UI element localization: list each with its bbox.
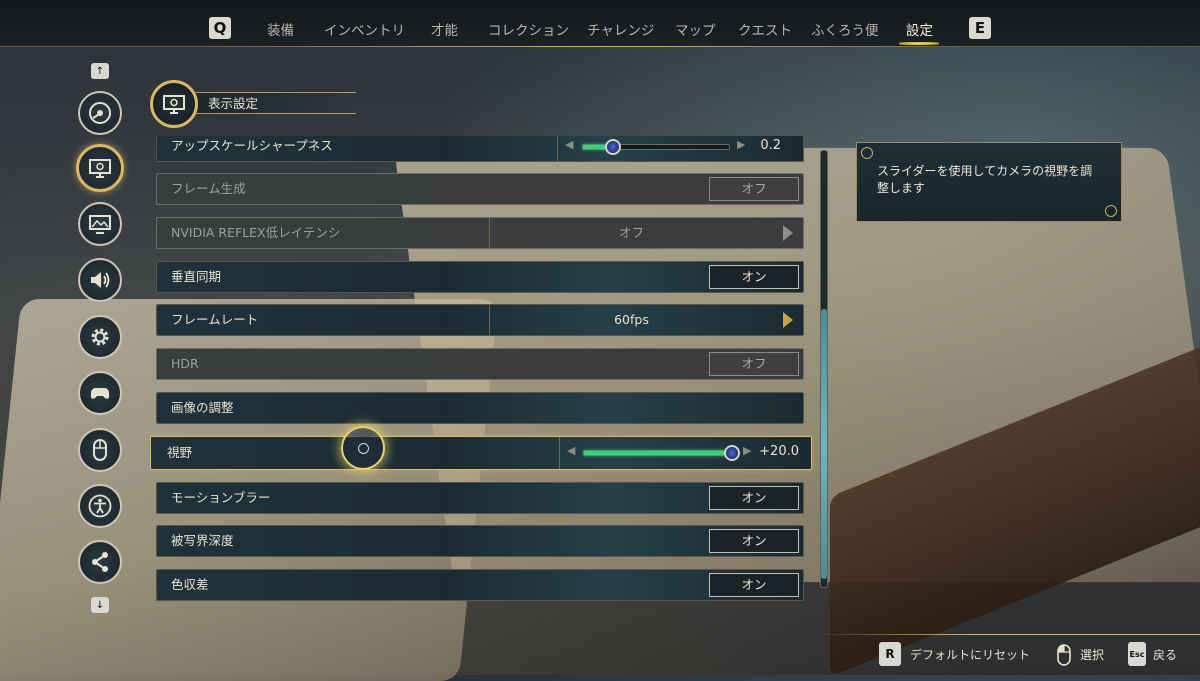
tab-inventory[interactable]: インベントリ bbox=[324, 19, 405, 39]
slider-knob[interactable] bbox=[605, 139, 622, 155]
setting-row-depth-of-field[interactable]: 被写界深度 オン bbox=[156, 525, 804, 557]
setting-description-panel: スライダーを使用してカメラの視野を調整します bbox=[856, 142, 1122, 222]
chevron-right-icon[interactable] bbox=[783, 225, 793, 241]
setting-label: NVIDIA REFLEX低レイテンシ bbox=[171, 225, 341, 240]
back-label[interactable]: 戻る bbox=[1153, 646, 1177, 663]
slider-knob[interactable] bbox=[724, 445, 741, 461]
reset-to-default-label[interactable]: デフォルトにリセット bbox=[910, 646, 1030, 663]
sidebar-item-audio[interactable] bbox=[78, 258, 122, 302]
setting-label: フレーム生成 bbox=[171, 181, 246, 196]
sidebar-item-gameplay[interactable] bbox=[78, 315, 122, 359]
tab-quests[interactable]: クエスト bbox=[738, 19, 792, 39]
toggle-value[interactable]: オン bbox=[709, 486, 799, 510]
field-of-view-slider[interactable] bbox=[583, 445, 741, 461]
slider-value: +20.0 bbox=[759, 444, 799, 459]
toggle-value[interactable]: オン bbox=[709, 573, 799, 597]
setting-row-motion-blur[interactable]: モーションブラー オン bbox=[156, 482, 804, 514]
gear-icon bbox=[91, 328, 109, 346]
setting-label: HDR bbox=[171, 356, 199, 371]
setting-row-frame-generation[interactable]: フレーム生成 オフ bbox=[156, 173, 804, 205]
sidebar-down-key[interactable]: ↓ bbox=[91, 597, 109, 613]
section-title: 表示設定 bbox=[196, 92, 356, 114]
gamepad-icon bbox=[90, 388, 110, 399]
setting-label: 色収差 bbox=[171, 577, 209, 592]
ornament-icon bbox=[1105, 205, 1117, 217]
select-label[interactable]: 選択 bbox=[1080, 646, 1104, 663]
active-tab-indicator bbox=[899, 42, 939, 45]
setting-label: 画像の調整 bbox=[171, 400, 234, 415]
slider-fill bbox=[584, 451, 732, 455]
slider-decrease-icon[interactable]: ◀ bbox=[565, 138, 573, 151]
accessibility-icon bbox=[88, 494, 112, 518]
sidebar-item-graphics[interactable] bbox=[78, 202, 122, 246]
setting-label: アップスケールシャープネス bbox=[171, 138, 333, 153]
settings-scrollbar[interactable] bbox=[820, 150, 828, 588]
sidebar-up-key[interactable]: ↑ bbox=[91, 63, 109, 79]
toggle-value[interactable]: オフ bbox=[709, 352, 799, 376]
setting-row-hdr[interactable]: HDR オフ bbox=[156, 348, 804, 380]
setting-row-chromatic-aberration[interactable]: 色収差 オン bbox=[156, 569, 804, 601]
disc-icon bbox=[89, 102, 111, 124]
setting-label: 垂直同期 bbox=[171, 269, 222, 284]
setting-label: モーションブラー bbox=[171, 490, 271, 505]
slider-decrease-icon[interactable]: ◀ bbox=[567, 444, 575, 457]
speaker-icon bbox=[91, 272, 110, 288]
section-badge bbox=[150, 80, 198, 128]
slider-increase-icon[interactable]: ▶ bbox=[737, 138, 745, 151]
toggle-value[interactable]: オン bbox=[709, 265, 799, 289]
sidebar-item-controller[interactable] bbox=[78, 371, 122, 415]
back-key[interactable]: Esc bbox=[1128, 642, 1146, 666]
mouse-icon bbox=[1057, 644, 1071, 666]
row-divider bbox=[557, 136, 558, 161]
setting-label: フレームレート bbox=[171, 312, 259, 327]
sidebar-item-social[interactable] bbox=[78, 540, 122, 584]
reset-key[interactable]: R bbox=[879, 642, 901, 666]
graphics-icon bbox=[89, 215, 111, 234]
prev-tab-key[interactable]: Q bbox=[209, 17, 231, 39]
slider-increase-icon[interactable]: ▶ bbox=[743, 444, 751, 457]
setting-label: 被写界深度 bbox=[171, 533, 234, 548]
selector-value: オフ bbox=[618, 225, 644, 240]
tab-collections[interactable]: コレクション bbox=[488, 19, 569, 39]
display-icon bbox=[163, 95, 185, 114]
tab-equipment[interactable]: 装備 bbox=[267, 19, 294, 39]
setting-row-vsync[interactable]: 垂直同期 オン bbox=[156, 261, 804, 293]
toggle-value[interactable]: オフ bbox=[709, 177, 799, 201]
next-tab-key[interactable]: E bbox=[969, 17, 991, 39]
share-icon bbox=[92, 552, 108, 572]
tab-map[interactable]: マップ bbox=[675, 19, 716, 39]
cursor-ring-icon bbox=[341, 426, 385, 470]
chevron-right-icon[interactable] bbox=[783, 312, 793, 328]
footer-divider bbox=[815, 634, 1200, 635]
cursor-dot bbox=[357, 442, 369, 454]
toggle-value[interactable]: オン bbox=[709, 529, 799, 553]
sidebar-item-disc[interactable] bbox=[78, 91, 122, 135]
row-divider bbox=[559, 437, 560, 469]
tab-settings[interactable]: 設定 bbox=[906, 19, 933, 39]
setting-description-text: スライダーを使用してカメラの視野を調整します bbox=[877, 164, 1093, 195]
slider-value: 0.2 bbox=[760, 138, 781, 153]
setting-label: 視野 bbox=[167, 445, 193, 460]
setting-row-nvidia-reflex[interactable]: NVIDIA REFLEX低レイテンシ オフ bbox=[156, 217, 804, 249]
sidebar-item-accessibility[interactable] bbox=[78, 484, 122, 528]
ornament-icon bbox=[861, 147, 873, 159]
settings-list: アップスケールシャープネス ◀ ▶ 0.2 フレーム生成 オフ NVIDIA R… bbox=[150, 136, 820, 606]
setting-row-field-of-view[interactable]: 視野 ◀ ▶ +20.0 bbox=[150, 436, 812, 470]
sidebar-item-display[interactable] bbox=[76, 144, 124, 192]
setting-row-upscale-sharpness[interactable]: アップスケールシャープネス ◀ ▶ 0.2 bbox=[156, 136, 804, 162]
selector-value: 60fps bbox=[614, 312, 649, 327]
tab-talents[interactable]: 才能 bbox=[431, 19, 458, 39]
setting-row-image-adjust[interactable]: 画像の調整 bbox=[156, 392, 804, 424]
tab-owl-post[interactable]: ふくろう便 bbox=[811, 19, 879, 39]
scrollbar-thumb[interactable] bbox=[821, 309, 827, 579]
top-nav-divider bbox=[200, 46, 1000, 47]
tab-challenges[interactable]: チャレンジ bbox=[587, 19, 654, 39]
setting-row-framerate[interactable]: フレームレート 60fps bbox=[156, 304, 804, 336]
upscale-sharpness-slider[interactable] bbox=[582, 139, 730, 155]
sidebar-item-mouse-keyboard[interactable] bbox=[78, 428, 122, 472]
top-nav-bar: Q 装備 インベントリ 才能 コレクション チャレンジ マップ クエスト ふくろ… bbox=[0, 0, 1200, 47]
display-icon bbox=[89, 159, 111, 178]
mouse-icon bbox=[93, 439, 107, 461]
